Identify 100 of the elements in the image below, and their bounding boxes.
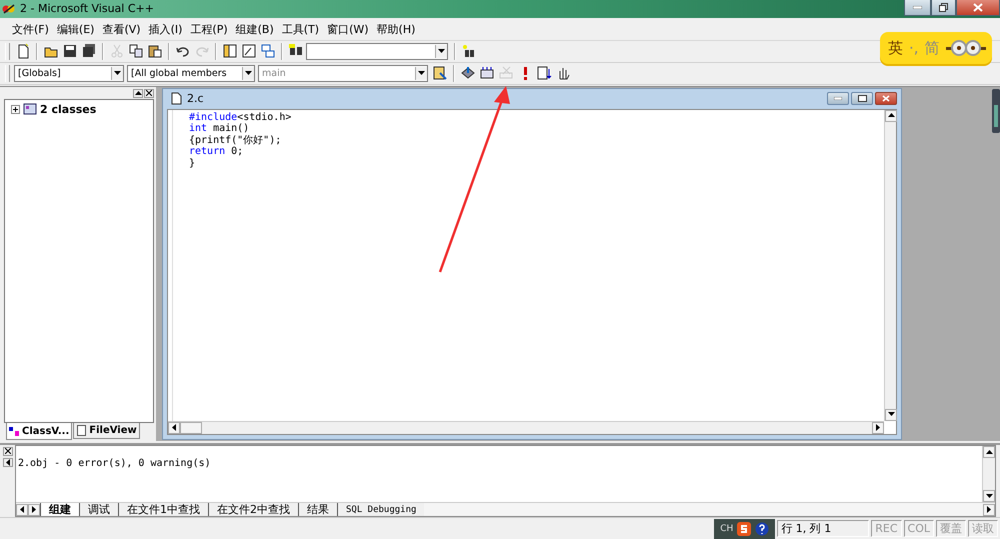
help-icon[interactable]: [755, 522, 770, 536]
menu-item[interactable]: 文件(F): [8, 22, 53, 38]
scroll-right-button[interactable]: [983, 504, 995, 516]
class-view-icon: [9, 426, 20, 437]
tab-scroll-left-button[interactable]: [16, 504, 28, 516]
window-icon: [241, 43, 257, 60]
class-combo[interactable]: [All global members: [127, 64, 255, 82]
right-arrow-icon: [874, 424, 882, 432]
menu-item[interactable]: 查看(V): [98, 22, 145, 38]
scroll-up-button[interactable]: [983, 446, 995, 458]
right-arrow-icon: [986, 506, 992, 514]
classes-icon: [23, 103, 37, 116]
minimize-icon: [834, 97, 842, 100]
find-combo[interactable]: [306, 42, 448, 60]
ime-language[interactable]: CH: [720, 524, 734, 534]
dropdown-caret-icon: [245, 71, 252, 76]
close-button[interactable]: [956, 0, 1000, 16]
tree-item[interactable]: 2 classes: [40, 102, 96, 116]
code-line: return 0;: [189, 146, 244, 158]
dropdown-caret-icon: [114, 71, 121, 76]
minimize-button[interactable]: [827, 92, 849, 106]
scroll-down-button[interactable]: [885, 408, 897, 421]
code-line: int main(): [189, 123, 250, 135]
up-arrow-icon: [986, 448, 992, 456]
clipboard-icon: [147, 43, 163, 60]
down-arrow-icon: [888, 411, 894, 418]
right-arrow-icon: [30, 506, 38, 514]
scroll-left-button[interactable]: [168, 422, 180, 434]
output-tab[interactable]: 在文件2中查找: [208, 503, 298, 516]
code-line: {printf("你好");: [189, 134, 282, 146]
menu-item[interactable]: 组建(B): [232, 22, 278, 38]
build-icon: [479, 65, 495, 82]
scroll-down-button[interactable]: [983, 490, 995, 502]
expand-icon[interactable]: [11, 104, 20, 114]
list-button[interactable]: [535, 64, 553, 82]
scroll-up-button[interactable]: [885, 110, 897, 122]
dropdown-caret-icon: [418, 71, 425, 76]
ime-widget[interactable]: 英 ·, 简: [880, 32, 992, 64]
cursor-position: 行 1, 列 1: [777, 520, 870, 538]
code-line: #include<stdio.h>: [189, 112, 292, 123]
windows-icon: [260, 43, 276, 60]
tab-scroll-right-button[interactable]: [28, 504, 40, 516]
up-arrow-icon: [134, 90, 142, 97]
maximize-icon: [858, 95, 866, 102]
close-button[interactable]: [875, 92, 897, 106]
output-tab[interactable]: 结果: [298, 503, 337, 516]
code-editor[interactable]: #include<stdio.h> int main() {printf("你好"); return 0; }: [167, 108, 897, 435]
close-icon: [5, 448, 11, 454]
window-button[interactable]: [240, 42, 258, 60]
left-arrow-icon: [4, 459, 12, 466]
menu-item[interactable]: 帮助(H): [372, 22, 420, 38]
output-tab[interactable]: 组建: [40, 503, 79, 516]
ime-mode[interactable]: 英: [888, 38, 903, 58]
code-line: }: [189, 158, 196, 170]
vertical-scrollbar[interactable]: [884, 110, 896, 421]
copy-icon: [128, 43, 144, 60]
status-indicator: COL: [904, 520, 934, 538]
output-tab[interactable]: SQL Debugging: [337, 503, 424, 516]
wand-button[interactable]: [431, 64, 449, 82]
goggles-icon: [946, 39, 986, 57]
copy-button[interactable]: [127, 42, 145, 60]
output-tab[interactable]: 调试: [79, 503, 118, 516]
minimize-icon: [913, 6, 922, 9]
menu-item[interactable]: 工程(P): [186, 22, 232, 38]
document-icon: [171, 92, 182, 106]
status-indicator: REC: [871, 520, 902, 538]
dropdown-caret-icon: [438, 49, 445, 54]
file-icon: [76, 425, 88, 436]
minimize-button[interactable]: [904, 0, 931, 16]
status-indicator: 读取: [968, 520, 998, 538]
restore-icon: [939, 3, 948, 12]
menu-item[interactable]: 窗口(W): [323, 22, 373, 38]
windows-button[interactable]: [259, 42, 277, 60]
close-icon: [882, 95, 890, 102]
menu-item[interactable]: 编辑(E): [52, 22, 98, 38]
pane-maximize-button[interactable]: [133, 88, 143, 98]
menu-item[interactable]: 工具(T): [278, 22, 324, 38]
scroll-right-button[interactable]: [872, 422, 884, 434]
panel-icon: [222, 43, 238, 60]
pane-restore-button[interactable]: [3, 458, 13, 468]
vertical-scrollbar[interactable]: [982, 446, 995, 502]
stacked-disks-icon: [81, 43, 97, 60]
pane-close-button[interactable]: [144, 88, 154, 98]
maximize-button[interactable]: [851, 92, 873, 106]
menu-item[interactable]: 插入(I): [144, 22, 186, 38]
left-arrow-icon: [18, 506, 26, 514]
down-arrow-icon: [986, 492, 992, 500]
class-combo[interactable]: [Globals]: [14, 64, 124, 82]
output-tab[interactable]: 在文件1中查找: [118, 503, 208, 516]
up-arrow-icon: [888, 112, 894, 120]
build-output-text: 2.obj - 0 error(s), 0 warning(s): [17, 457, 212, 472]
restore-button[interactable]: [931, 0, 956, 16]
stop-build-icon: [498, 65, 514, 82]
pane-close-button[interactable]: [3, 447, 13, 456]
wand-icon: [432, 65, 448, 82]
ime-logo-icon[interactable]: [737, 522, 752, 536]
horizontal-scrollbar[interactable]: [168, 420, 884, 434]
workspace-tab[interactable]: ClassV...: [6, 423, 72, 440]
workspace-tab[interactable]: FileView: [73, 423, 140, 440]
scroll-thumb[interactable]: [180, 422, 202, 434]
